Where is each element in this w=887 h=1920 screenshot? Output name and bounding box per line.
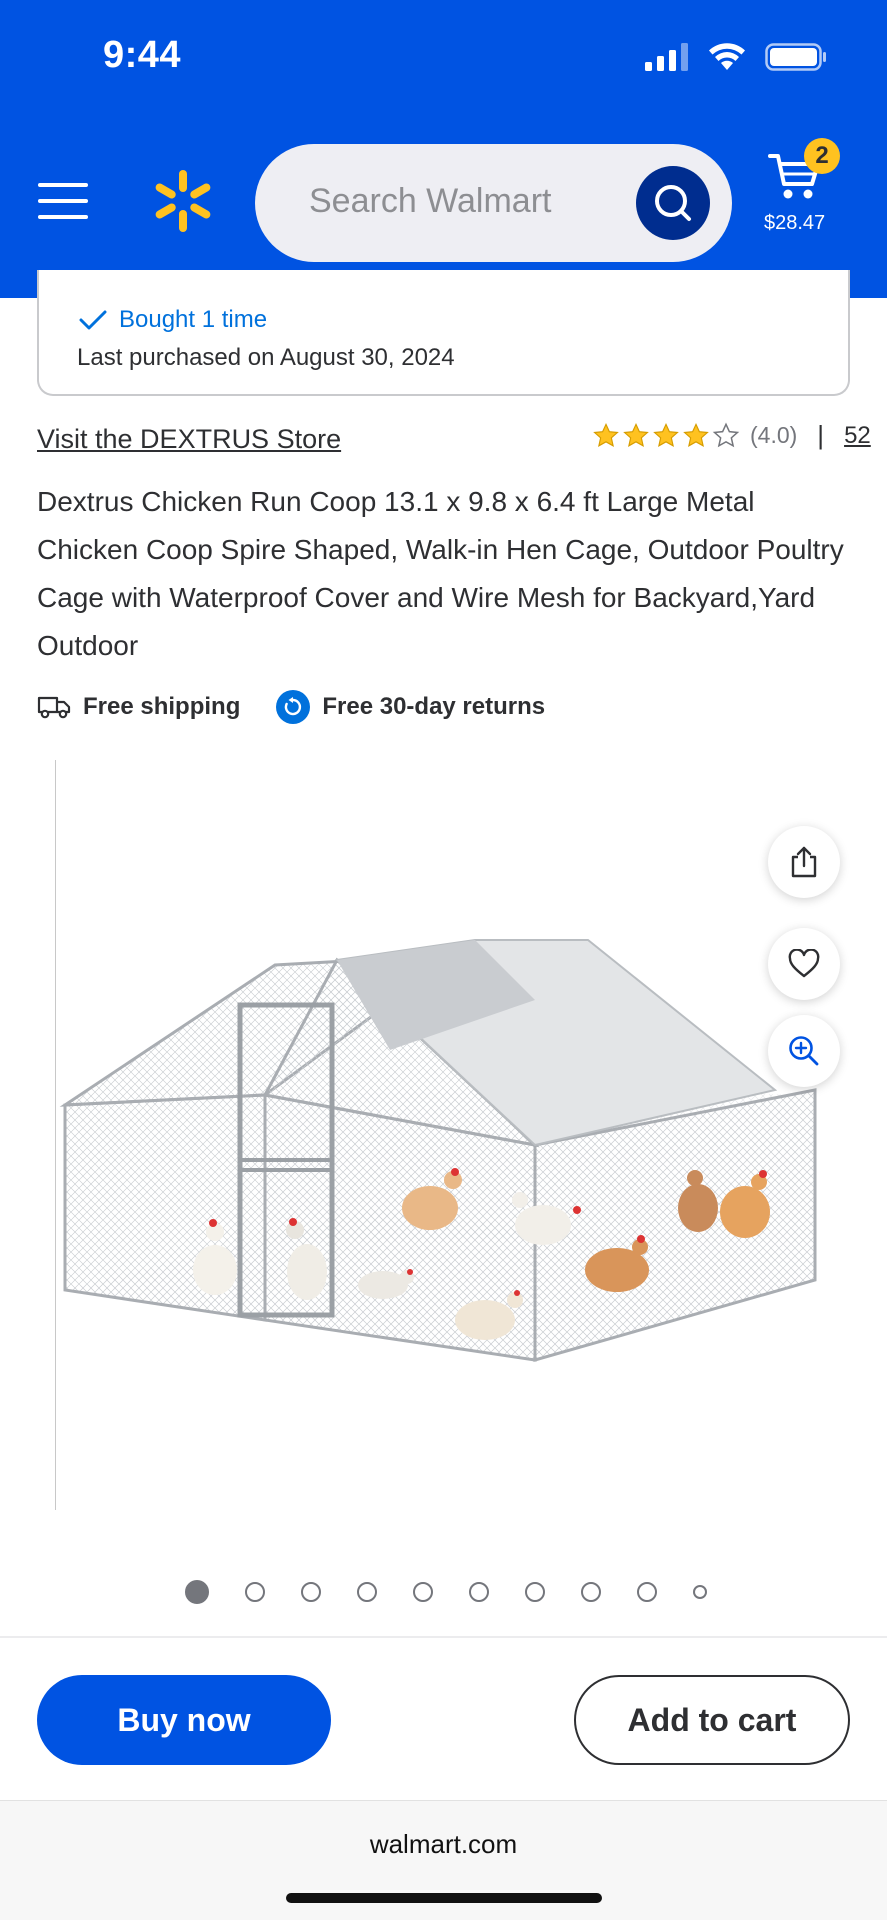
buy-now-button[interactable]: Buy now [37,1675,331,1765]
product-title: Dextrus Chicken Run Coop 13.1 x 9.8 x 6.… [37,486,844,661]
purchase-history-card: Bought 1 time Last purchased on August 3… [37,270,850,396]
star-filled-icon [593,422,619,447]
product-image[interactable] [55,760,855,1520]
star-filled-icon [653,422,679,447]
carousel-dot-5[interactable] [413,1582,433,1602]
share-icon [791,846,817,878]
add-to-cart-button[interactable]: Add to cart [574,1675,850,1765]
browser-address-bar: walmart.com [0,1800,887,1920]
walmart-spark-logo[interactable] [150,168,216,234]
checkmark-icon [79,310,107,330]
cellular-signal-icon [645,43,688,71]
carousel-dot-4[interactable] [357,1582,377,1602]
carousel-dot-10[interactable] [693,1585,707,1599]
favorite-button[interactable] [768,928,840,1000]
star-filled-icon [683,422,709,447]
hamburger-icon [38,183,88,187]
product-rating[interactable]: (4.0) | 52 [592,420,871,451]
carousel-dot-2[interactable] [245,1582,265,1602]
home-indicator[interactable] [286,1893,602,1903]
carousel-dot-9[interactable] [637,1582,657,1602]
returns-icon [276,690,311,724]
star-filled-icon [623,422,649,447]
carousel-dot-6[interactable] [469,1582,489,1602]
carousel-dot-3[interactable] [301,1582,321,1602]
star-empty-icon [712,422,740,447]
bought-label: Bought 1 time [119,306,268,333]
carousel-dot-8[interactable] [581,1582,601,1602]
search-icon [655,185,691,221]
heart-icon [788,949,820,978]
bought-count: Bought 1 time [79,306,267,334]
carousel-dot-1[interactable] [185,1580,209,1604]
cart-button[interactable]: 2 $28.47 [758,138,868,248]
search-button[interactable] [636,166,710,240]
zoom-in-icon [789,1036,819,1066]
free-shipping-label: Free shipping [83,693,241,720]
cart-count-badge: 2 [804,138,840,174]
review-count-link[interactable]: 52 [844,422,871,450]
free-returns: Free 30-day returns [276,690,545,724]
divider [0,1636,887,1638]
image-carousel-dots [185,1580,707,1604]
status-icons [645,42,827,72]
battery-icon [765,43,826,71]
store-link[interactable]: Visit the DEXTRUS Store [37,424,341,455]
cart-total: $28.47 [764,212,826,234]
fulfillment-features: Free shipping Free 30-day returns [37,690,545,724]
rating-value: (4.0) [750,422,798,448]
share-button[interactable] [768,826,840,898]
free-returns-label: Free 30-day returns [322,693,546,720]
status-time: 9:44 [103,34,182,76]
search-bar[interactable]: Search Walmart [255,144,732,262]
free-shipping: Free shipping [37,693,240,721]
zoom-button[interactable] [768,1015,840,1087]
menu-button[interactable] [38,183,88,223]
url-label[interactable]: walmart.com [0,1829,887,1860]
rating-stars [592,422,740,450]
search-input[interactable]: Search Walmart [309,182,551,221]
rating-separator: | [817,420,825,450]
truck-icon [37,696,71,719]
app-header: 9:44 Search Walmart 2 $28.47 [0,0,887,298]
last-purchased-date: Last purchased on August 30, 2024 [77,344,455,371]
wifi-icon [709,43,745,70]
carousel-dot-7[interactable] [525,1582,545,1602]
